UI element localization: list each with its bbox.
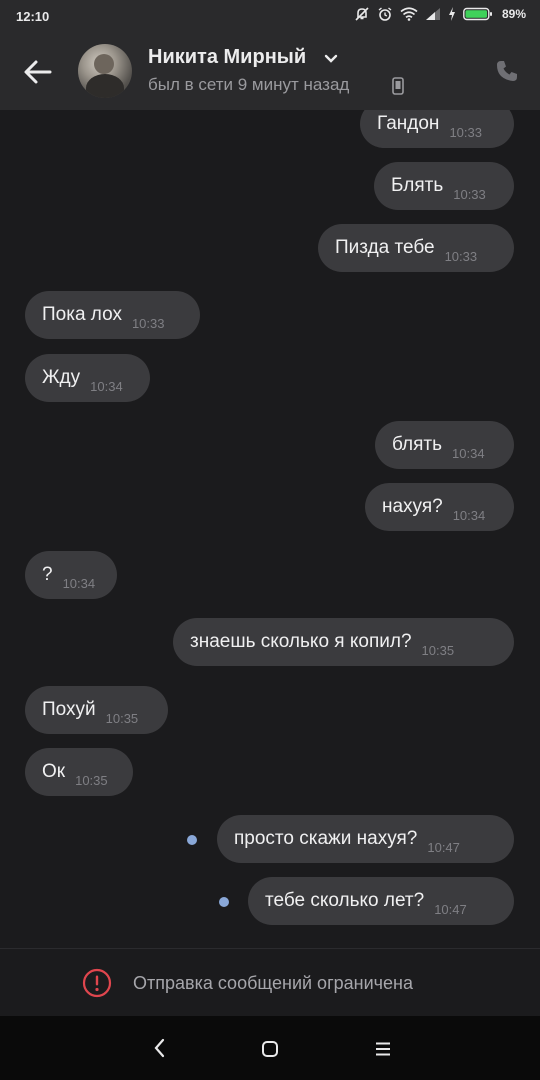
phone-icon <box>497 61 517 81</box>
message-bubble[interactable]: блять 10:34 <box>375 421 514 469</box>
restriction-text: Отправка сообщений ограничена <box>133 973 413 993</box>
nav-back-icon[interactable] <box>152 1037 166 1059</box>
message-bubble[interactable]: Похуй 10:35 <box>25 686 168 734</box>
call-button[interactable] <box>494 58 520 89</box>
message-bubble[interactable]: нахуя? 10:34 <box>365 483 514 531</box>
contact-status: был в сети 9 минут назад <box>148 75 350 94</box>
message-bubble[interactable]: Ок 10:35 <box>25 748 133 796</box>
message-list[interactable]: Гандон 10:33 Блять 10:33 Пизда тебе 10:3… <box>0 110 540 948</box>
wifi-icon <box>400 7 418 21</box>
status-bar: 12:10 89% <box>0 0 540 32</box>
message-bubble[interactable]: ? 10:34 <box>25 551 117 599</box>
message-bubble[interactable]: знаешь сколько я копил? 10:35 <box>173 618 514 666</box>
message-bubble[interactable]: просто скажи нахуя? 10:47 <box>217 815 514 863</box>
system-nav-bar <box>0 1016 540 1080</box>
arrow-left-icon <box>24 60 52 84</box>
alert-circle-icon <box>82 968 112 998</box>
message-bubble[interactable]: Гандон 10:33 <box>360 110 514 148</box>
back-button[interactable] <box>22 56 54 88</box>
avatar[interactable] <box>78 44 132 98</box>
nav-recents-icon[interactable] <box>374 1040 392 1058</box>
battery-percent: 89% <box>501 7 526 21</box>
chat-header: Никита Мирный был в сети 9 минут назад <box>0 32 540 110</box>
battery-icon <box>463 7 492 21</box>
status-time: 12:10 <box>16 9 50 24</box>
message-bubble[interactable]: Блять 10:33 <box>374 162 514 210</box>
contact-name[interactable]: Никита Мирный <box>148 46 306 69</box>
unread-dot <box>219 897 229 907</box>
message-bubble[interactable]: тебе сколько лет? 10:47 <box>248 877 514 925</box>
status-icons: 89% <box>354 6 526 22</box>
message-bubble[interactable]: Пизда тебе 10:33 <box>318 224 514 272</box>
chevron-down-icon[interactable] <box>324 54 338 64</box>
nav-home-icon[interactable] <box>261 1040 279 1058</box>
alarm-icon <box>378 7 392 21</box>
restriction-banner: Отправка сообщений ограничена <box>0 948 540 1017</box>
charging-icon <box>448 7 455 21</box>
message-bubble[interactable]: Пока лох 10:33 <box>25 291 200 339</box>
mute-icon <box>355 7 369 21</box>
signal-icon <box>425 8 440 20</box>
unread-dot <box>187 835 197 845</box>
message-bubble[interactable]: Жду 10:34 <box>25 354 150 402</box>
mobile-icon <box>392 77 404 95</box>
